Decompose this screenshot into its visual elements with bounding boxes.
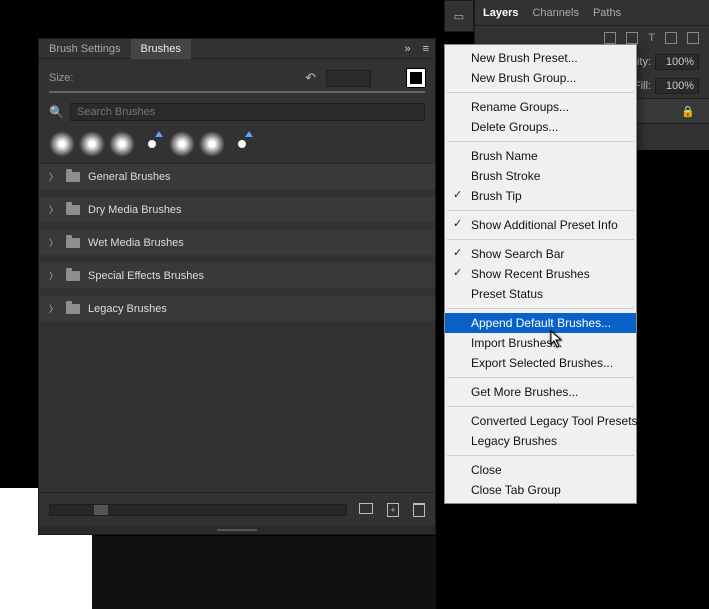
size-label: Size:: [49, 72, 73, 84]
menu-item[interactable]: Close Tab Group: [445, 480, 636, 500]
menu-item[interactable]: Show Search Bar: [445, 244, 636, 264]
chevron-right-icon: 〉: [49, 203, 58, 216]
folder-general-brushes[interactable]: 〉 General Brushes: [39, 164, 435, 190]
layers-tabs: Layers Channels Paths: [475, 0, 709, 26]
menu-item[interactable]: Show Additional Preset Info: [445, 215, 636, 235]
size-input[interactable]: [326, 70, 371, 87]
folder-label: Special Effects Brushes: [88, 270, 204, 282]
folder-dry-media-brushes[interactable]: 〉 Dry Media Brushes: [39, 197, 435, 223]
horizontal-scrollbar[interactable]: [49, 504, 347, 516]
menu-item[interactable]: Append Default Brushes...: [445, 313, 636, 333]
menu-separator: [447, 308, 634, 309]
menu-item[interactable]: New Brush Group...: [445, 68, 636, 88]
filter-shape-icon[interactable]: [665, 32, 677, 44]
menu-item[interactable]: Close: [445, 460, 636, 480]
brush-preview-swatch[interactable]: [407, 69, 425, 87]
recent-brush-5[interactable]: [169, 131, 195, 157]
menu-separator: [447, 455, 634, 456]
folder-special-effects-brushes[interactable]: 〉 Special Effects Brushes: [39, 263, 435, 289]
opacity-value[interactable]: 100%: [655, 54, 699, 70]
collapse-panel-icon[interactable]: »: [398, 43, 416, 55]
panel-tabs: Brush Settings Brushes » ≡: [39, 39, 435, 59]
recent-brush-6[interactable]: [199, 131, 225, 157]
menu-item[interactable]: Export Selected Brushes...: [445, 353, 636, 373]
chevron-right-icon: 〉: [49, 302, 58, 315]
menu-separator: [447, 210, 634, 211]
folder-icon: [66, 304, 80, 314]
chevron-right-icon: 〉: [49, 269, 58, 282]
new-group-icon[interactable]: [359, 503, 373, 514]
menu-separator: [447, 141, 634, 142]
new-brush-icon[interactable]: [387, 503, 399, 517]
menu-item[interactable]: New Brush Preset...: [445, 48, 636, 68]
tab-layers[interactable]: Layers: [483, 7, 518, 19]
delete-icon[interactable]: [413, 503, 425, 517]
recent-brush-7[interactable]: [229, 131, 255, 157]
menu-item[interactable]: Get More Brushes...: [445, 382, 636, 402]
panel-footer: [39, 492, 435, 526]
folder-label: Legacy Brushes: [88, 303, 167, 315]
tab-channels[interactable]: Channels: [532, 7, 578, 19]
recent-brush-4[interactable]: [139, 131, 165, 157]
filter-pixel-icon[interactable]: [604, 32, 616, 44]
recent-brush-3[interactable]: [109, 131, 135, 157]
folder-label: General Brushes: [88, 171, 171, 183]
recent-brushes-row: [39, 127, 435, 164]
folder-icon: [66, 271, 80, 281]
menu-item[interactable]: Brush Tip: [445, 186, 636, 206]
menu-separator: [447, 377, 634, 378]
folder-icon: [66, 205, 80, 215]
folder-label: Dry Media Brushes: [88, 204, 182, 216]
search-row: 🔍: [39, 103, 435, 127]
canvas-dark-area: [92, 536, 436, 609]
menu-item[interactable]: Legacy Brushes: [445, 431, 636, 451]
size-row: Size: ↶: [39, 59, 435, 91]
filter-adjust-icon[interactable]: [626, 32, 638, 44]
menu-item[interactable]: Brush Stroke: [445, 166, 636, 186]
brush-folder-list: 〉 General Brushes 〉 Dry Media Brushes 〉 …: [39, 164, 435, 492]
search-input[interactable]: [70, 103, 425, 121]
folder-legacy-brushes[interactable]: 〉 Legacy Brushes: [39, 296, 435, 322]
menu-item[interactable]: Delete Groups...: [445, 117, 636, 137]
brushes-panel-flyout-menu: New Brush Preset...New Brush Group... Ren…: [444, 44, 637, 504]
folder-icon: [66, 238, 80, 248]
panel-resize-handle[interactable]: [39, 526, 435, 534]
recent-brush-2[interactable]: [79, 131, 105, 157]
fill-value[interactable]: 100%: [655, 78, 699, 94]
reset-icon[interactable]: ↶: [305, 70, 316, 86]
chevron-right-icon: 〉: [49, 236, 58, 249]
lock-icon[interactable]: 🔒: [681, 105, 695, 118]
chevron-right-icon: 〉: [49, 170, 58, 183]
menu-item[interactable]: Import Brushes...: [445, 333, 636, 353]
folder-icon: [66, 172, 80, 182]
brushes-panel: Brush Settings Brushes » ≡ Size: ↶ 🔍 〉 G…: [38, 38, 436, 535]
menu-item[interactable]: Preset Status: [445, 284, 636, 304]
menu-item[interactable]: Converted Legacy Tool Presets: [445, 411, 636, 431]
size-slider[interactable]: [49, 91, 425, 93]
search-icon: 🔍: [49, 105, 64, 119]
folder-wet-media-brushes[interactable]: 〉 Wet Media Brushes: [39, 230, 435, 256]
menu-separator: [447, 92, 634, 93]
menu-item[interactable]: Show Recent Brushes: [445, 264, 636, 284]
menu-item[interactable]: Brush Name: [445, 146, 636, 166]
panel-menu-icon[interactable]: ≡: [417, 43, 435, 55]
menu-separator: [447, 239, 634, 240]
filter-type-icon[interactable]: T: [648, 32, 655, 44]
folder-label: Wet Media Brushes: [88, 237, 184, 249]
tab-brush-settings[interactable]: Brush Settings: [39, 39, 131, 59]
menu-item[interactable]: Rename Groups...: [445, 97, 636, 117]
dock-chat-icon[interactable]: ▭: [444, 0, 474, 32]
tab-brushes[interactable]: Brushes: [131, 39, 191, 59]
recent-brush-1[interactable]: [49, 131, 75, 157]
filter-smart-icon[interactable]: [687, 32, 699, 44]
tab-paths[interactable]: Paths: [593, 7, 621, 19]
menu-separator: [447, 406, 634, 407]
